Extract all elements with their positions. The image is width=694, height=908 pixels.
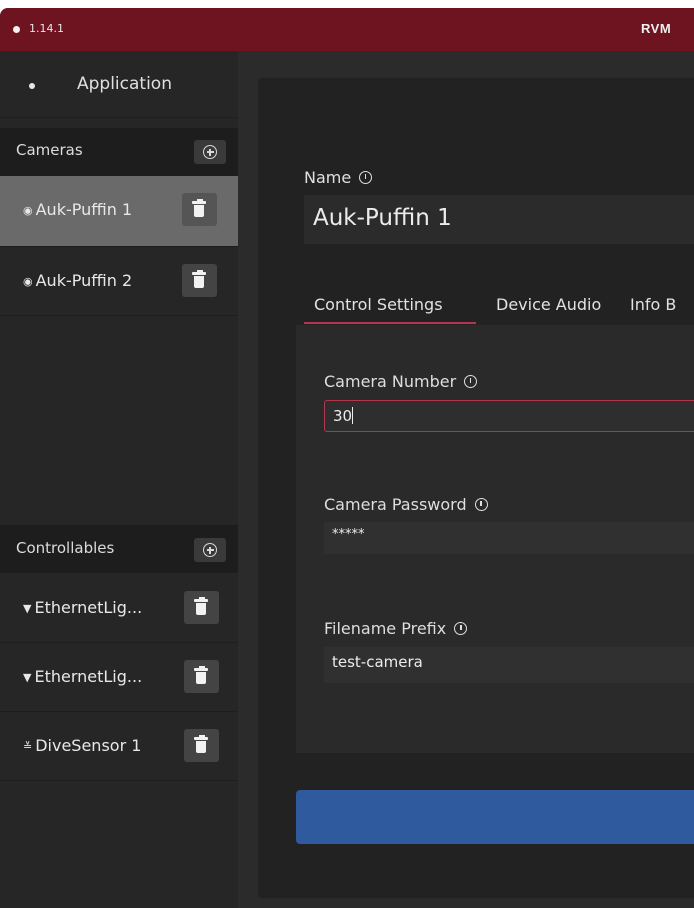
camera-password-label: Camera Password	[324, 495, 488, 514]
delete-controllable-button[interactable]	[184, 660, 219, 693]
name-label: Name	[304, 168, 373, 187]
text-caret	[352, 407, 354, 424]
trash-icon	[192, 270, 206, 288]
name-field[interactable]: Auk-Puffin 1	[304, 195, 694, 244]
controllables-section-header: Controllables	[0, 525, 238, 573]
app-version: 1.14.1	[29, 22, 64, 35]
tab-info[interactable]: Info B	[630, 288, 676, 324]
add-controllable-button[interactable]	[194, 538, 226, 562]
sidebar-item-camera[interactable]: ◉ Auk-Puffin 1	[0, 176, 238, 247]
info-icon[interactable]	[454, 622, 468, 635]
info-icon[interactable]	[464, 375, 478, 388]
delete-controllable-button[interactable]	[184, 591, 219, 624]
sidebar-item-controllable[interactable]: ▼ EthernetLig...	[0, 643, 238, 712]
camera-icon: ◉	[23, 204, 33, 217]
cameras-section-header: Cameras	[0, 128, 238, 176]
section-title: Cameras	[16, 141, 83, 159]
delete-camera-button[interactable]	[182, 264, 217, 297]
app-window: 1.14.1 RVM Application Cameras ◉ Auk-Puff…	[0, 8, 694, 908]
delete-controllable-button[interactable]	[184, 729, 219, 762]
sidebar-item-application[interactable]: Application	[0, 51, 238, 118]
camera-detail-panel: Name Auk-Puffin 1 Control Settings Devic…	[258, 78, 694, 898]
filename-prefix-value: test-camera	[332, 653, 423, 671]
info-icon[interactable]	[474, 498, 488, 511]
sidebar-item-label: ▼ EthernetLig...	[23, 598, 143, 617]
sensor-icon: ≚	[23, 740, 33, 753]
info-icon[interactable]	[359, 171, 373, 184]
filename-prefix-input[interactable]: test-camera	[324, 647, 694, 683]
sidebar-item-label: ▼ EthernetLig...	[23, 667, 143, 686]
camera-number-value: 30	[333, 407, 353, 425]
trash-icon	[192, 199, 206, 217]
sidebar: Application Cameras ◉ Auk-Puffin 1 ◉ Auk-P…	[0, 51, 238, 908]
sidebar-item-label: Application	[77, 74, 172, 94]
sidebar-item-controllable[interactable]: ≚ DiveSensor 1	[0, 712, 238, 781]
settings-tabs: Control Settings Device Audio Info B	[304, 288, 694, 328]
trash-icon	[194, 666, 208, 684]
light-icon: ▼	[23, 671, 32, 684]
add-camera-button[interactable]	[194, 140, 226, 164]
sidebar-item-controllable[interactable]: ▼ EthernetLig...	[0, 574, 238, 643]
save-button[interactable]	[296, 790, 694, 844]
app-name: RVM	[641, 21, 672, 36]
section-title: Controllables	[16, 539, 115, 557]
tab-device-audio[interactable]: Device Audio	[496, 288, 601, 324]
trash-icon	[194, 597, 208, 615]
add-circle-icon	[203, 543, 217, 557]
tab-control-settings[interactable]: Control Settings	[304, 288, 476, 324]
camera-password-input[interactable]: *****	[324, 522, 694, 554]
control-settings-panel: Camera Number 30 Camera Password ***** F…	[296, 325, 694, 753]
status-dot-icon	[13, 26, 20, 33]
camera-password-value: *****	[332, 527, 365, 542]
add-circle-icon	[203, 145, 217, 159]
light-icon: ▼	[23, 602, 32, 615]
title-bar: 1.14.1 RVM	[0, 8, 694, 51]
sidebar-item-label: ◉ Auk-Puffin 1	[23, 200, 133, 219]
sidebar-item-label: ◉ Auk-Puffin 2	[23, 271, 133, 290]
camera-number-input[interactable]: 30	[324, 400, 694, 432]
camera-icon: ◉	[23, 275, 33, 288]
delete-camera-button[interactable]	[182, 193, 217, 226]
sidebar-item-camera[interactable]: ◉ Auk-Puffin 2	[0, 247, 238, 316]
name-value: Auk-Puffin 1	[313, 205, 452, 231]
filename-prefix-label: Filename Prefix	[324, 619, 468, 638]
sidebar-item-label: ≚ DiveSensor 1	[23, 736, 142, 755]
trash-icon	[194, 735, 208, 753]
camera-number-label: Camera Number	[324, 372, 478, 391]
bullet-icon	[29, 83, 35, 89]
